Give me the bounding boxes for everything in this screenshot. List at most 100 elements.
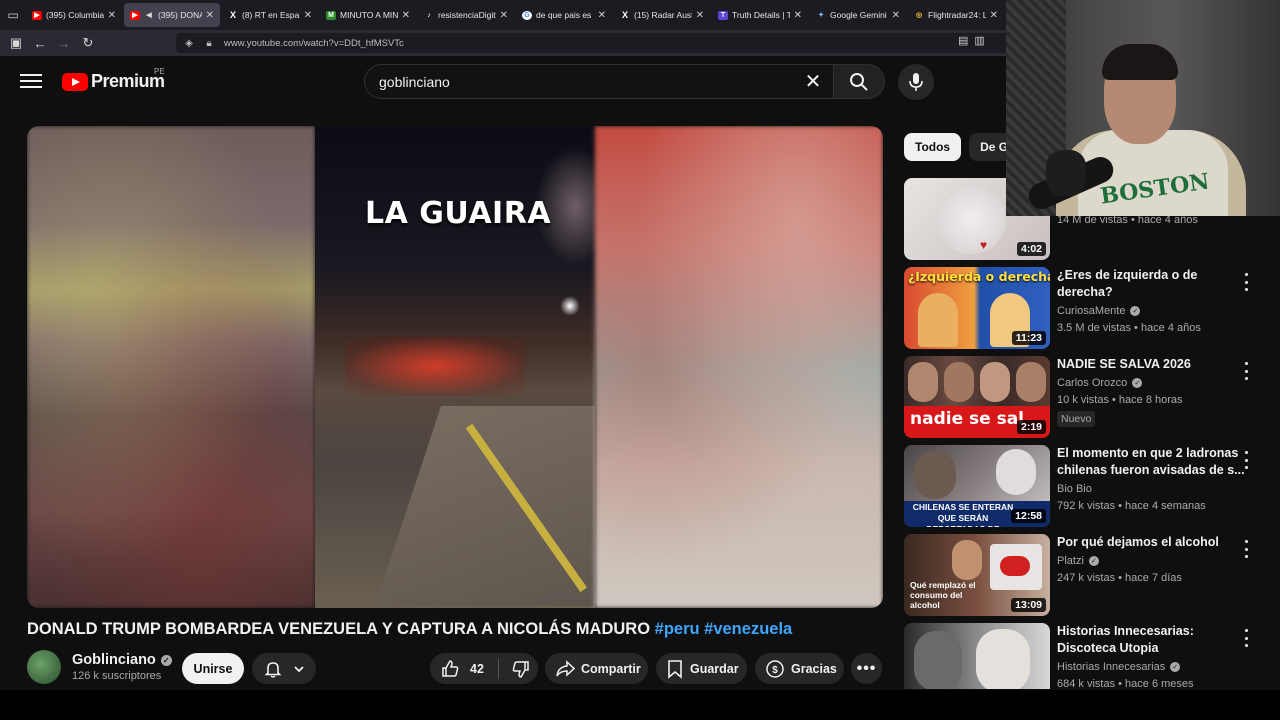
- video-title[interactable]: Por qué dejamos el alcohol: [1057, 534, 1247, 551]
- more-vert-icon[interactable]: [1240, 540, 1252, 558]
- browser-tab[interactable]: Gde que pais es + ✕: [516, 3, 612, 27]
- video-player[interactable]: LA GUAIRA: [27, 126, 883, 608]
- browser-tab[interactable]: ▶(395) Columbia V✕: [26, 3, 122, 27]
- channel-name[interactable]: CuriosaMente: [1057, 305, 1125, 317]
- channel-name[interactable]: Platzi: [1057, 555, 1084, 567]
- close-tab-icon[interactable]: ✕: [696, 10, 704, 21]
- x-favicon-icon: X: [229, 10, 236, 20]
- svg-text:$: $: [772, 665, 778, 676]
- dislike-button[interactable]: [499, 659, 541, 679]
- notification-bell-button[interactable]: [252, 653, 316, 684]
- super-thanks-icon: $: [766, 659, 784, 678]
- translate-icon[interactable]: ▤: [958, 34, 968, 47]
- close-tab-icon[interactable]: ✕: [794, 10, 802, 21]
- youtube-header: Premium PE goblinciano ✕: [0, 56, 1010, 106]
- close-tab-icon[interactable]: ✕: [500, 10, 508, 21]
- browser-tab[interactable]: X(8) RT en Españo✕: [222, 3, 318, 27]
- close-tab-icon[interactable]: ✕: [206, 10, 214, 21]
- tiktok-favicon-icon: ♪: [427, 11, 431, 19]
- channel-name[interactable]: Carlos Orozco: [1057, 377, 1127, 389]
- tab-overview-icon[interactable]: ▭: [0, 0, 26, 30]
- search-input[interactable]: goblinciano: [379, 74, 793, 90]
- back-icon[interactable]: ←: [28, 31, 52, 55]
- save-button[interactable]: Guardar: [656, 653, 747, 684]
- search-box[interactable]: goblinciano ✕: [364, 64, 834, 99]
- x-favicon-icon: X: [621, 10, 628, 20]
- browser-tab[interactable]: ◎ Flightradar24: Li ✕: [908, 3, 1004, 27]
- url-text[interactable]: www.youtube.com/watch?v=DDt_hfMSVTc: [224, 38, 404, 49]
- browser-tab[interactable]: M MINUTO A MIN ✕: [320, 3, 416, 27]
- reload-icon[interactable]: ↻: [76, 31, 100, 55]
- reader-view-icon[interactable]: ▥: [974, 34, 984, 47]
- more-horizontal-icon: •••: [856, 659, 877, 677]
- channel-name[interactable]: Historias Innecesarias: [1057, 661, 1165, 673]
- thanks-button[interactable]: $ Gracias: [755, 653, 844, 684]
- share-button[interactable]: Compartir: [545, 653, 648, 684]
- recommended-video[interactable]: Qué remplazó el consumo del alcohol 13:0…: [904, 534, 1280, 616]
- verified-icon: ✓: [160, 654, 172, 666]
- video-title[interactable]: NADIE SE SALVA 2026: [1057, 356, 1247, 373]
- youtube-favicon-icon: ▶: [130, 10, 140, 20]
- recommended-video[interactable]: ¿Izquierda o derecha? 11:23 ¿Eres de izq…: [904, 267, 1280, 349]
- close-tab-icon[interactable]: ✕: [108, 10, 116, 21]
- menu-icon[interactable]: [20, 71, 42, 91]
- chip-todos[interactable]: Todos: [904, 133, 962, 161]
- video-duration: 11:23: [1011, 331, 1046, 345]
- voice-search-button[interactable]: [898, 64, 934, 100]
- browser-tab[interactable]: X (15) Radar Austr ✕: [614, 3, 710, 27]
- video-title[interactable]: El momento en que 2 ladronas chilenas fu…: [1057, 445, 1247, 479]
- heart-icon: ♥: [980, 238, 988, 252]
- video-duration: 4:02: [1016, 242, 1046, 256]
- bookmark-icon: [668, 659, 682, 679]
- video-title[interactable]: Historias Innecesarias: Discoteca Utopia: [1057, 623, 1247, 657]
- thumbs-down-icon: [512, 660, 529, 678]
- lock-icon[interactable]: 🔒︎: [202, 38, 216, 49]
- bell-icon: [264, 661, 281, 678]
- video-title: DONALD TRUMP BOMBARDEA VENEZUELA Y CAPTU…: [27, 620, 793, 638]
- close-tab-icon[interactable]: ✕: [990, 10, 998, 21]
- more-vert-icon[interactable]: [1240, 629, 1252, 647]
- close-tab-icon[interactable]: ✕: [892, 10, 900, 21]
- close-tab-icon[interactable]: ✕: [402, 10, 410, 21]
- verified-icon: ✓: [1132, 378, 1143, 388]
- video-duration: 2:19: [1016, 420, 1046, 434]
- forward-icon[interactable]: →: [52, 31, 76, 55]
- address-bar[interactable]: ◈ 🔒︎ www.youtube.com/watch?v=DDt_hfMSVTc: [176, 33, 1010, 53]
- recommended-video[interactable]: nadie se sal 2:19 NADIE SE SALVA 2026 Ca…: [904, 356, 1280, 438]
- more-vert-icon[interactable]: [1240, 362, 1252, 380]
- browser-tab[interactable]: T Truth Details | Tr ✕: [712, 3, 808, 27]
- verified-icon: ✓: [1088, 556, 1099, 566]
- clear-search-icon[interactable]: ✕: [793, 69, 833, 94]
- more-actions-button[interactable]: •••: [851, 653, 882, 684]
- sidebar-toggle-icon[interactable]: ▣: [4, 31, 28, 55]
- more-vert-icon[interactable]: [1240, 451, 1252, 469]
- close-tab-icon[interactable]: ✕: [304, 10, 312, 21]
- channel-name[interactable]: Bio Bio: [1057, 483, 1092, 495]
- search-button[interactable]: [833, 64, 885, 99]
- search-icon: [850, 72, 868, 91]
- video-thumbnail[interactable]: [904, 623, 1050, 689]
- channel-avatar[interactable]: [27, 650, 61, 684]
- video-thumbnail[interactable]: CHILENAS SE ENTERAN QUE SERÁN DEPORTADAS…: [904, 445, 1050, 527]
- video-duration: 12:58: [1011, 509, 1046, 523]
- hashtag-links[interactable]: #peru #venezuela: [655, 620, 793, 638]
- like-button[interactable]: 42: [430, 653, 499, 684]
- recommended-video[interactable]: Historias Innecesarias: Discoteca Utopia…: [904, 623, 1280, 689]
- video-thumbnail[interactable]: ¿Izquierda o derecha? 11:23: [904, 267, 1050, 349]
- recommended-video[interactable]: CHILENAS SE ENTERAN QUE SERÁN DEPORTADAS…: [904, 445, 1280, 527]
- video-thumbnail[interactable]: nadie se sal 2:19: [904, 356, 1050, 438]
- video-title[interactable]: ¿Eres de izquierda o de derecha?: [1057, 267, 1247, 301]
- browser-tab[interactable]: ✦ Google Gemini ✕: [810, 3, 906, 27]
- shield-icon[interactable]: ◈: [182, 38, 196, 49]
- share-icon: [556, 659, 575, 677]
- browser-tab-active[interactable]: ▶ ◀ (395) DONA ✕: [124, 3, 220, 27]
- youtube-premium-logo[interactable]: Premium PE: [62, 67, 165, 92]
- close-tab-icon[interactable]: ✕: [598, 10, 606, 21]
- channel-name[interactable]: Goblinciano: [72, 652, 156, 668]
- browser-tab[interactable]: ♪resistenciaDigital✕: [418, 3, 514, 27]
- video-meta: 247 k vistas • hace 7 días: [1057, 572, 1182, 584]
- microphone-icon: [909, 73, 923, 91]
- more-vert-icon[interactable]: [1240, 273, 1252, 291]
- video-thumbnail[interactable]: Qué remplazó el consumo del alcohol 13:0…: [904, 534, 1050, 616]
- join-button[interactable]: Unirse: [182, 653, 244, 684]
